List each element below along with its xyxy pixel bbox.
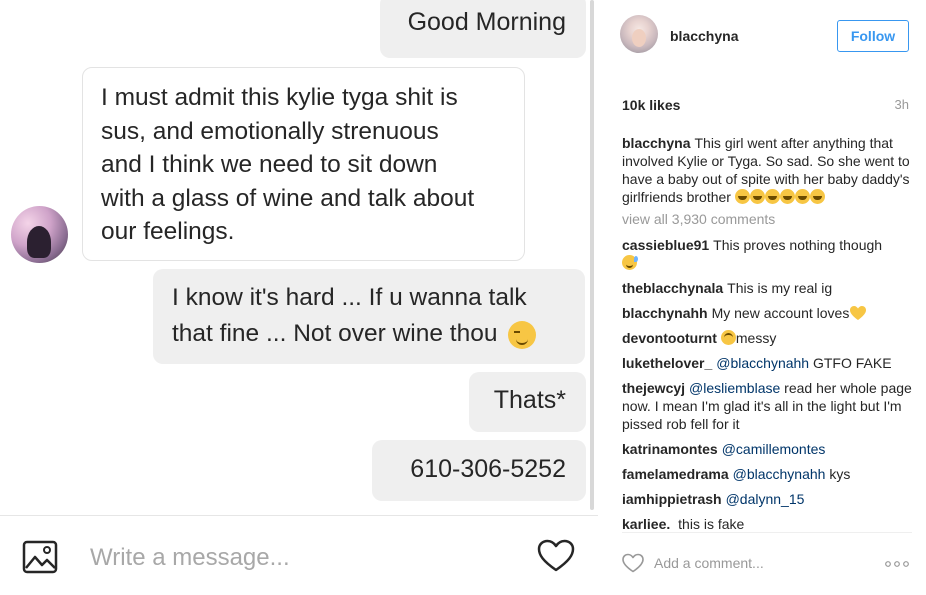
- comment-text: This proves nothing though: [713, 237, 883, 253]
- comment-divider: [622, 532, 912, 533]
- comment-text: kys: [829, 466, 851, 482]
- avatar[interactable]: [620, 15, 658, 53]
- image-icon[interactable]: [22, 539, 58, 575]
- comment-item: lukethelover_ @blacchynahh GTFO FAKE: [622, 354, 912, 372]
- message-input[interactable]: [88, 538, 512, 578]
- comment-username[interactable]: theblacchynala: [622, 280, 723, 296]
- comment-text: this is fake: [678, 516, 745, 531]
- message-line: sus, and emotionally strenuous: [101, 117, 439, 145]
- comment-text: This is my real ig: [727, 280, 833, 296]
- message-text: Good Morning: [407, 8, 566, 36]
- comment-username[interactable]: blacchyna: [622, 135, 690, 151]
- contact-avatar[interactable]: [11, 206, 68, 263]
- comment-item: cassieblue91 This proves nothing though: [622, 236, 912, 272]
- comment-item: famelamedrama @blacchynahh kys: [622, 465, 912, 483]
- comment-item: iamhippietrash @dalynn_15: [622, 490, 912, 508]
- comment-username[interactable]: blacchynahh: [622, 305, 708, 321]
- comment-item: devontooturnt messy: [622, 329, 912, 347]
- more-options-icon[interactable]: [884, 560, 910, 568]
- comment-username[interactable]: katrinamontes: [622, 441, 718, 457]
- grinning-sweat-face-icon: [622, 255, 638, 270]
- message-line-with-emoji: that fine ... Not over wine thou: [172, 316, 566, 352]
- comment-username[interactable]: karliee.: [622, 516, 670, 531]
- message-bubble-outgoing: Thats*: [469, 372, 586, 432]
- message-bubble-incoming: I must admit this kylie tyga shit is sus…: [82, 67, 525, 261]
- composer-divider: [0, 515, 598, 516]
- message-line: our feelings.: [101, 218, 235, 245]
- message-text: 610-306-5252: [410, 455, 566, 483]
- comment-mention[interactable]: @dalynn_15: [726, 491, 805, 507]
- comment-item: katrinamontes @camillemontes: [622, 440, 912, 458]
- likes-count[interactable]: 10k likes: [622, 97, 680, 113]
- comment-username[interactable]: famelamedrama: [622, 466, 729, 482]
- comment-mention[interactable]: @blacchynahh: [733, 466, 826, 482]
- follow-button[interactable]: Follow: [837, 20, 909, 52]
- message-bubble-outgoing: I know it's hard ... If u wanna talk tha…: [153, 269, 585, 364]
- heart-icon[interactable]: [622, 553, 644, 573]
- comment-mention[interactable]: @camillemontes: [722, 441, 826, 457]
- message-bubble-outgoing: 610-306-5252: [372, 440, 586, 501]
- comment-username[interactable]: devontooturnt: [622, 330, 717, 346]
- post-sidebar: blacchyna Follow 10k likes 3h blacchyna T…: [598, 0, 926, 595]
- post-caption: blacchyna This girl went after anything t…: [622, 134, 912, 206]
- add-comment-input[interactable]: [654, 552, 854, 574]
- message-bubble-outgoing: Good Morning: [380, 0, 586, 58]
- comment-username[interactable]: thejewcyj: [622, 380, 685, 396]
- comment-mention[interactable]: @blacchynahh: [716, 355, 809, 371]
- view-all-comments-link[interactable]: view all 3,930 comments: [622, 210, 912, 228]
- comment-item: theblacchynala This is my real ig: [622, 279, 912, 297]
- message-line: that fine ... Not over wine thou: [172, 320, 498, 347]
- comment-username[interactable]: lukethelover_: [622, 355, 712, 371]
- comment-item: karliee. this is fake: [622, 515, 912, 531]
- comment-text: messy: [735, 330, 777, 346]
- post-username[interactable]: blacchyna: [670, 28, 738, 44]
- comments-list[interactable]: blacchyna This girl went after anything t…: [622, 134, 912, 531]
- comment-item: blacchynahh My new account loves: [622, 304, 912, 322]
- message-line: and I think we need to sit down: [101, 151, 438, 178]
- comment-username[interactable]: iamhippietrash: [622, 491, 722, 507]
- message-line: with a glass of wine and talk about: [101, 184, 475, 212]
- chat-screenshot: Good Morning I must admit this kylie tyg…: [0, 0, 598, 595]
- chat-scrollbar[interactable]: [590, 0, 594, 510]
- message-line: I know it's hard ... If u wanna talk: [172, 284, 527, 311]
- message-text: Thats*: [493, 386, 566, 414]
- message-line: I must admit this kylie tyga shit is: [101, 84, 458, 111]
- comment-text: My new account loves: [711, 305, 850, 321]
- comment-mention[interactable]: @lesliemblase: [689, 380, 780, 396]
- comment-username[interactable]: cassieblue91: [622, 237, 709, 253]
- heart-icon[interactable]: [537, 539, 575, 573]
- winking-face-icon: [508, 320, 537, 349]
- comment-text: GTFO FAKE: [812, 355, 892, 371]
- post-timestamp: 3h: [894, 97, 909, 112]
- eye-roll-face-icon: [720, 330, 736, 345]
- laughing-crying-face-icon: [734, 189, 825, 205]
- yellow-heart-icon: [850, 306, 867, 320]
- comment-item: thejewcyj @lesliemblase read her whole pa…: [622, 379, 912, 433]
